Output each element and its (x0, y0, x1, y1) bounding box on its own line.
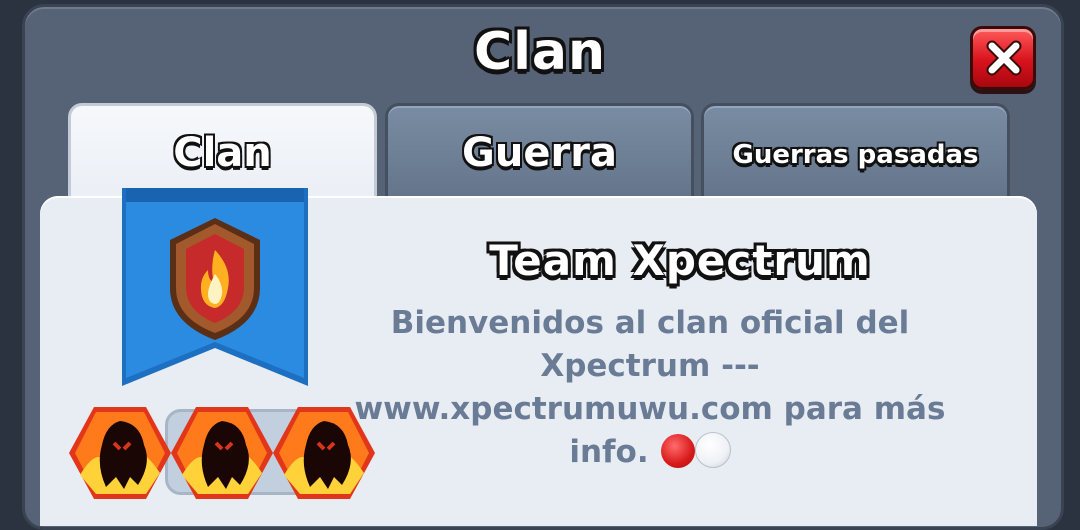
close-x-icon (986, 40, 1022, 76)
tab-guerra[interactable]: Guerra (385, 103, 694, 201)
clan-description-text: Bienvenidos al clan oficial del Xpectrum… (354, 305, 946, 470)
fire-ghost-icon (171, 407, 273, 499)
close-button[interactable] (970, 26, 1036, 90)
tab-clan-label: Clan (173, 130, 272, 176)
tab-guerras-pasadas-label: Guerras pasadas (732, 140, 979, 170)
tab-guerras-pasadas[interactable]: Guerras pasadas (701, 103, 1010, 201)
red-circle-icon (660, 434, 695, 468)
white-circle-icon (694, 432, 731, 468)
clan-banner (122, 188, 308, 386)
clan-name: Team Xpectrum (489, 236, 871, 285)
clan-description: Bienvenidos al clan oficial del Xpectrum… (340, 302, 960, 474)
dialog-title: Clan (473, 22, 607, 82)
tab-guerra-label: Guerra (462, 130, 617, 176)
fire-ghost-icon (69, 407, 171, 499)
